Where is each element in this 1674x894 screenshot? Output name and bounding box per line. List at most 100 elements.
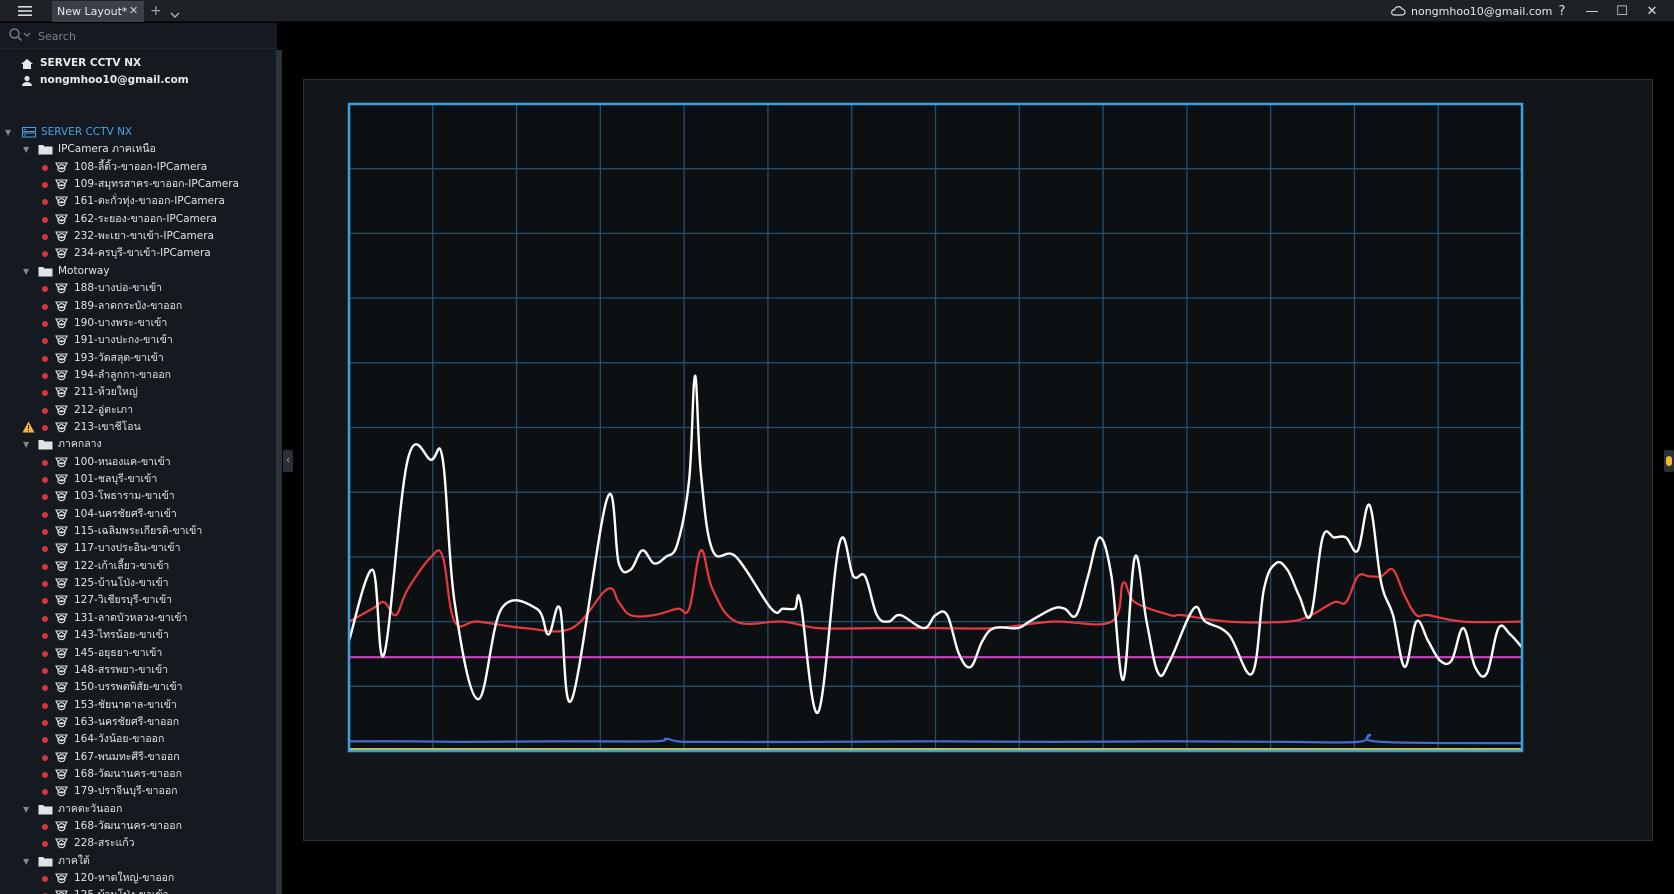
tree-camera-node[interactable]: 228-สระแก้ว — [0, 835, 270, 852]
status-dot-icon — [42, 633, 48, 639]
tree-node-label: 150-บรรพตพิสัย-ขาเข้า — [74, 681, 183, 693]
camera-icon — [55, 821, 68, 832]
camera-icon — [55, 630, 68, 641]
user-row[interactable]: nongmhoo10@gmail.com — [20, 72, 270, 89]
scene-item-frame[interactable] — [303, 79, 1653, 841]
tree-camera-node[interactable]: 103-โพธาราม-ขาเข้า — [0, 488, 270, 505]
tree-camera-node[interactable]: 161-ตะกั่วทุ่ง-ขาออก-IPCamera — [0, 193, 270, 210]
folder-icon — [38, 440, 53, 450]
tree-camera-node[interactable]: 179-ปราจีนบุรี-ขาออก — [0, 783, 270, 800]
status-dot-icon — [42, 165, 48, 171]
tree-folder-node[interactable]: ▼ Motorway — [0, 263, 270, 280]
help-label: ? — [1558, 3, 1566, 19]
tree-camera-node[interactable]: 127-วิเชียรบุรี-ขาเข้า — [0, 592, 270, 609]
tree-camera-node[interactable]: 167-พนมทะศีรี-ขาออก — [0, 749, 270, 766]
camera-icon — [55, 283, 68, 294]
close-button[interactable]: ✕ — [1637, 0, 1667, 22]
tree-camera-node[interactable]: 153-ชัยนาดาล-ขาเข้า — [0, 697, 270, 714]
tree-camera-node[interactable]: 193-วัดสลุด-ขาเข้า — [0, 350, 270, 367]
tree-camera-node[interactable]: 150-บรรพตพิสัย-ขาเข้า — [0, 679, 270, 696]
tree-node-label: 167-พนมทะศีรี-ขาออก — [74, 751, 180, 763]
folder-icon — [38, 805, 53, 815]
tree-node-label: 143-ไทรน้อย-ขาเข้า — [74, 629, 169, 641]
server-header[interactable]: SERVER CCTV NX — [20, 55, 270, 72]
tree-camera-node[interactable]: 190-บางพระ-ขาเข้า — [0, 315, 270, 332]
tree-camera-node[interactable]: 109-สมุทรสาคร-ขาออก-IPCamera — [0, 176, 270, 193]
sidebar-scrollbar[interactable] — [276, 50, 282, 894]
tree-camera-node[interactable]: 189-ลาดกระบัง-ขาออก — [0, 298, 270, 315]
tree-camera-node[interactable]: 213-เขาชีโอน — [0, 419, 270, 436]
minimize-button[interactable]: — — [1577, 0, 1607, 22]
tree-camera-node[interactable]: 212-อู่ตะเภา — [0, 402, 270, 419]
expand-arrow-icon[interactable]: ▼ — [23, 263, 29, 280]
tree-camera-node[interactable]: 122-เก้าเลี้ยว-ขาเข้า — [0, 558, 270, 575]
camera-icon — [55, 752, 68, 763]
tree-camera-node[interactable]: 117-บางประอิน-ขาเข้า — [0, 540, 270, 557]
expand-arrow-icon[interactable]: ▼ — [23, 853, 29, 870]
tree-camera-node[interactable]: 120-หาดใหญ่-ขาออก — [0, 870, 270, 887]
tree-camera-node[interactable]: 131-ลาดบัวหลวง-ขาเข้า — [0, 610, 270, 627]
tree-camera-node[interactable]: 108-ลี้ดิ้ว-ขาออก-IPCamera — [0, 159, 270, 176]
account-button[interactable]: nongmhoo10@gmail.com — [1390, 0, 1552, 22]
expand-arrow-icon[interactable]: ▼ — [5, 124, 11, 141]
search-icon[interactable] — [8, 27, 34, 43]
performance-chart — [347, 102, 1524, 753]
tree-camera-node[interactable]: 194-ลำลูกกา-ขาออก — [0, 367, 270, 384]
camera-icon — [55, 301, 68, 312]
tree-camera-node[interactable]: 232-พะเยา-ขาเข้า-IPCamera — [0, 228, 270, 245]
main-menu-button[interactable] — [0, 0, 50, 22]
tree-camera-node[interactable]: 188-บางบ่อ-ขาเข้า — [0, 280, 270, 297]
tree-camera-node[interactable]: 104-นครชัยศรี-ขาเข้า — [0, 506, 270, 523]
home-icon — [21, 59, 33, 69]
tree-camera-node[interactable]: 191-บางปะกง-ขาเข้า — [0, 332, 270, 349]
tree-folder-node[interactable]: ▼ ภาคตะวันออก — [0, 801, 270, 818]
tree-camera-node[interactable]: 125-บ้านโป่ง-ขาเข้า — [0, 887, 270, 894]
collapse-left-panel-button[interactable]: ‹ — [283, 450, 293, 472]
camera-icon — [55, 248, 68, 259]
tree-camera-node[interactable]: 125-บ้านโป่ง-ขาเข้า — [0, 575, 270, 592]
tree-camera-node[interactable]: 101-ชลบุรี-ขาเข้า — [0, 471, 270, 488]
expand-arrow-icon[interactable]: ▼ — [23, 436, 29, 453]
help-button[interactable]: ? — [1547, 0, 1577, 22]
expand-right-panel-button[interactable] — [1664, 450, 1674, 472]
tree-camera-node[interactable]: 143-ไทรน้อย-ขาเข้า — [0, 627, 270, 644]
camera-icon — [55, 613, 68, 624]
chevron-left-icon: ‹ — [286, 455, 290, 466]
tree-camera-node[interactable]: 234-ครบุรี-ขาเข้า-IPCamera — [0, 245, 270, 262]
tree-camera-node[interactable]: 168-วัฒนานคร-ขาออก — [0, 766, 270, 783]
tree-camera-node[interactable]: 168-วัฒนานคร-ขาออก — [0, 818, 270, 835]
tree-camera-node[interactable]: 145-อยุธยา-ขาเข้า — [0, 645, 270, 662]
tree-camera-node[interactable]: 211-ห้วยใหญ่ — [0, 384, 270, 401]
tree-camera-node[interactable]: 164-วังน้อย-ขาออก — [0, 731, 270, 748]
tree-node-label: 101-ชลบุรี-ขาเข้า — [74, 473, 158, 485]
camera-icon — [55, 509, 68, 520]
search-input[interactable] — [38, 26, 258, 46]
tree-server-node[interactable]: ▼ SERVER CCTV NX — [0, 124, 270, 141]
tree-camera-node[interactable]: 163-นครชัยศรี-ขาออก — [0, 714, 270, 731]
tree-folder-node[interactable]: ▼ ภาคใต้ — [0, 853, 270, 870]
camera-icon — [55, 387, 68, 398]
add-tab-button[interactable]: + — [150, 1, 162, 21]
expand-arrow-icon[interactable]: ▼ — [23, 801, 29, 818]
tree-node-label: 164-วังน้อย-ขาออก — [74, 733, 165, 745]
tree-camera-node[interactable]: 115-เฉลิมพระเกียรติ-ขาเข้า — [0, 523, 270, 540]
tab-close-icon[interactable]: ✕ — [129, 2, 138, 20]
status-dot-icon — [42, 737, 48, 743]
camera-icon — [55, 717, 68, 728]
tree-camera-node[interactable]: 100-หนองแค-ขาเข้า — [0, 454, 270, 471]
layout-scene — [283, 23, 1674, 894]
tree-node-label: IPCamera ภาคเหนือ — [58, 143, 156, 155]
tree-node-label: 234-ครบุรี-ขาเข้า-IPCamera — [74, 247, 211, 259]
camera-icon — [55, 214, 68, 225]
tree-camera-node[interactable]: 148-สรรพยา-ขาเข้า — [0, 662, 270, 679]
expand-arrow-icon[interactable]: ▼ — [23, 141, 29, 158]
tree-camera-node[interactable]: 162-ระยอง-ขาออก-IPCamera — [0, 211, 270, 228]
tree-folder-node[interactable]: ▼ ภาคกลาง — [0, 436, 270, 453]
camera-icon — [55, 578, 68, 589]
status-dot-icon — [42, 477, 48, 483]
camera-icon — [55, 457, 68, 468]
maximize-button[interactable]: ☐ — [1607, 0, 1637, 22]
status-dot-icon — [42, 321, 48, 327]
tree-folder-node[interactable]: ▼ IPCamera ภาคเหนือ — [0, 141, 270, 158]
tabs-dropdown-button[interactable] — [170, 5, 180, 24]
